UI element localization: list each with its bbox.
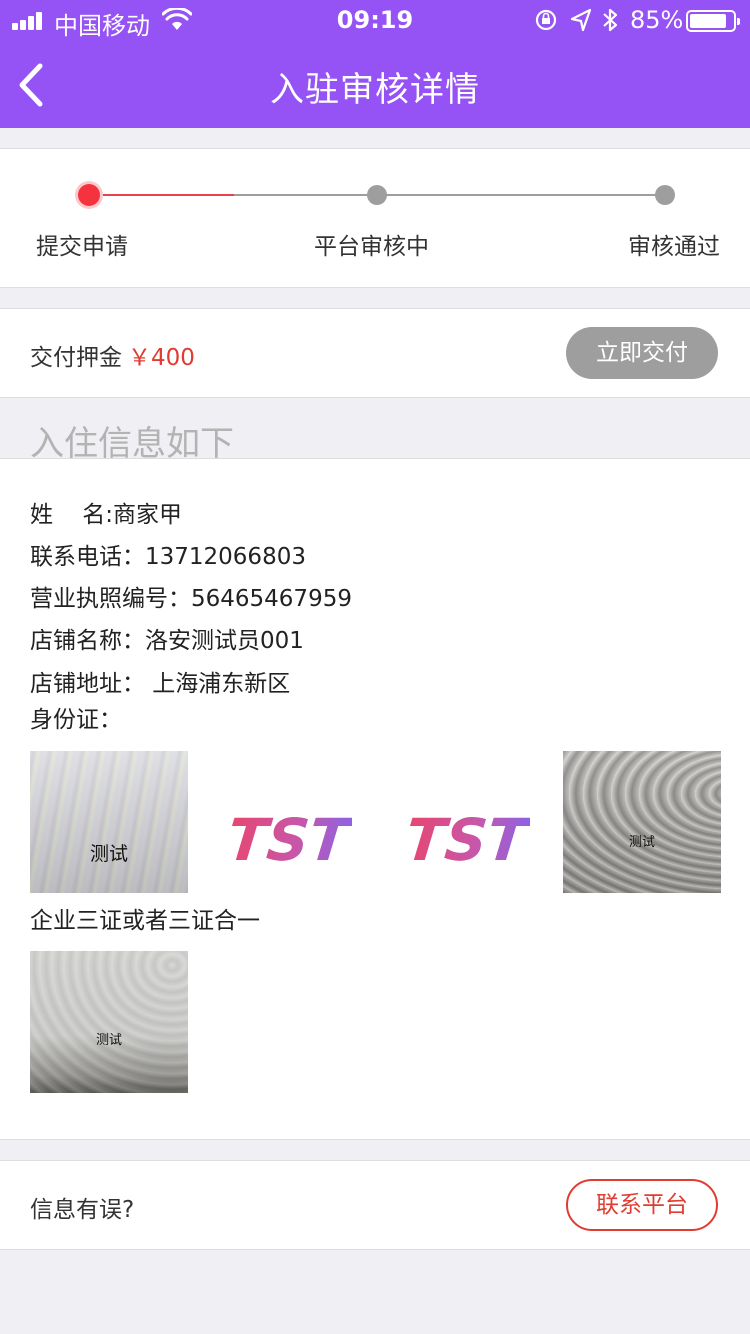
id-image-1[interactable]: 测试 (30, 751, 188, 893)
id-image-4-caption: 测试 (628, 835, 655, 850)
name-row: 姓 名:商家甲 (30, 502, 182, 528)
deposit-label: 交付押金 ￥400 (30, 345, 195, 371)
deposit-amount: ￥400 (128, 345, 195, 371)
step-dot-submit (78, 184, 100, 206)
deposit-card: 交付押金 ￥400 立即交付 (0, 308, 750, 398)
phone-row: 联系电话：13712066803 (30, 544, 306, 570)
step-dot-approved (655, 185, 675, 205)
shop-address-row: 店铺地址： 上海浦东新区 (30, 671, 291, 697)
tst-logo-image-2[interactable]: TST (410, 803, 530, 873)
id-card-label: 身份证： (30, 707, 122, 733)
business-cert-image-1-caption: 测试 (95, 1033, 122, 1048)
license-row: 营业执照编号：56465467959 (30, 586, 352, 612)
contact-platform-button[interactable]: 联系平台 (566, 1179, 718, 1231)
pay-now-button[interactable]: 立即交付 (566, 327, 718, 379)
status-bar: 中国移动 09:19 85% (0, 0, 750, 40)
merchant-info-card: 姓 名:商家甲 联系电话：13712066803 营业执照编号：56465467… (0, 458, 750, 1140)
shop-name-row: 店铺名称：洛安测试员001 (30, 628, 304, 654)
progress-line-done (100, 194, 234, 196)
top-bar: 中国移动 09:19 85% 入驻审核详情 (0, 0, 750, 128)
business-cert-label: 企业三证或者三证合一 (30, 908, 260, 934)
tst-logo-text: TST (232, 806, 352, 873)
progress-line-pending (234, 194, 664, 196)
page-title: 入驻审核详情 (270, 70, 480, 110)
rotation-lock-icon (535, 9, 557, 31)
battery-percent: 85% (630, 6, 684, 34)
id-image-1-caption: 测试 (89, 843, 128, 865)
review-progress-stepper: 提交申请 平台审核中 审核通过 (0, 148, 750, 288)
location-icon (570, 8, 592, 32)
status-icons (535, 8, 618, 32)
step-dot-review (367, 185, 387, 205)
contact-card: 信息有误? 联系平台 (0, 1160, 750, 1250)
business-cert-image-1[interactable]: 测试 (30, 951, 188, 1093)
step-label-submit: 提交申请 (36, 234, 128, 260)
step-label-review: 平台审核中 (314, 234, 429, 260)
id-image-4[interactable]: 测试 (563, 751, 721, 893)
step-label-approved: 审核通过 (628, 234, 720, 260)
bluetooth-icon (603, 8, 618, 32)
battery-icon (686, 10, 740, 32)
info-error-label: 信息有误? (30, 1197, 135, 1223)
tst-logo-image-1[interactable]: TST (232, 803, 352, 873)
tst-logo-text: TST (410, 806, 530, 873)
